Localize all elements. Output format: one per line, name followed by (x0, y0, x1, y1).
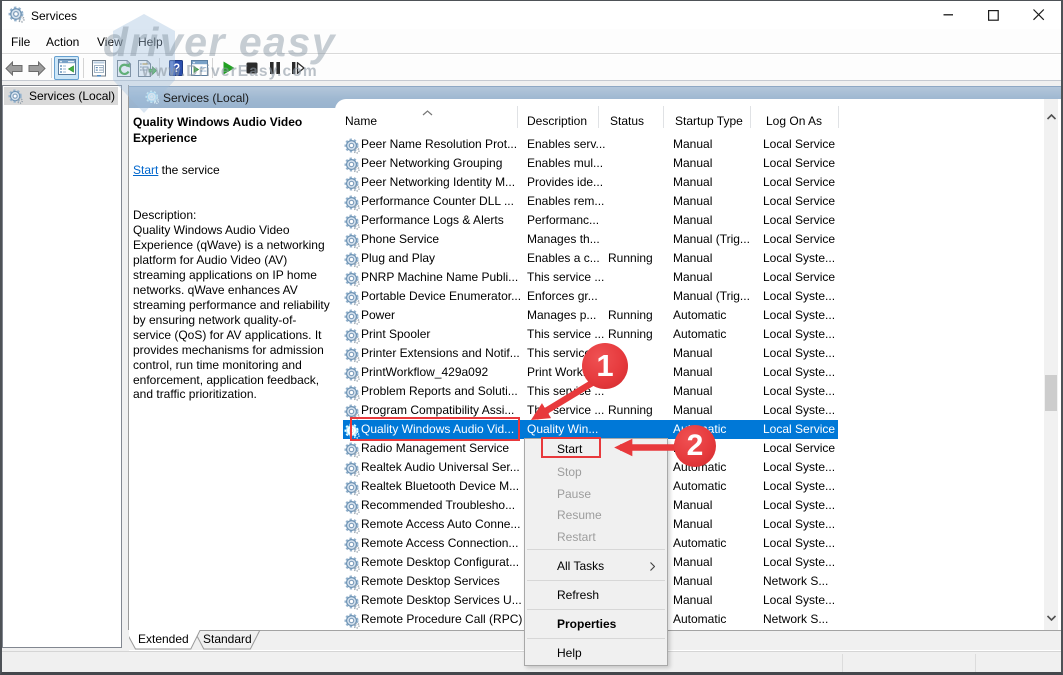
svg-text:?: ? (173, 63, 180, 75)
